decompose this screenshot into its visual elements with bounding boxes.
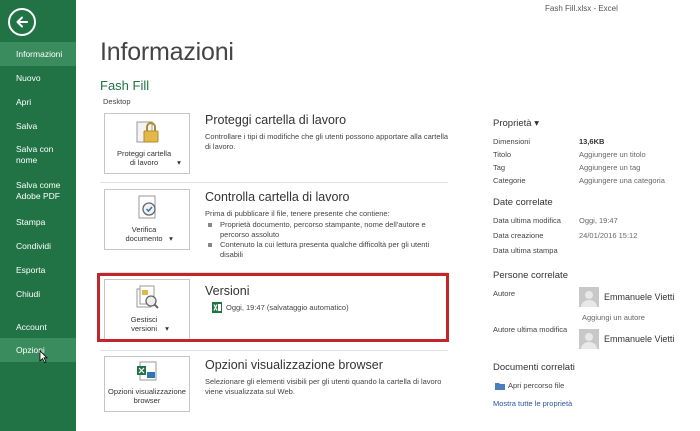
- open-file-location-link[interactable]: Apri percorso file: [495, 381, 564, 390]
- last-modified-by-label: Autore ultima modifica: [493, 325, 568, 334]
- lock-icon: [136, 121, 159, 143]
- folder-icon: [495, 382, 505, 390]
- document-check-icon: [138, 195, 156, 219]
- show-all-properties-link[interactable]: Mostra tutte le proprietà: [493, 399, 572, 408]
- backstage-sidebar: Informazioni Nuovo Apri Salva Salva con …: [0, 0, 76, 431]
- user-icon: [581, 291, 597, 307]
- nav-item-informazioni[interactable]: Informazioni: [0, 42, 76, 66]
- properties-header[interactable]: Proprietà ▾: [493, 118, 539, 129]
- inspect-bullet: Contenuto la cui lettura presenta qualch…: [205, 240, 440, 260]
- last-modified-by-name[interactable]: Emmanuele Vietti: [604, 334, 674, 344]
- user-icon: [581, 333, 597, 349]
- nav-item-condividi[interactable]: Condividi: [0, 234, 76, 258]
- nav-item-apri[interactable]: Apri: [0, 90, 76, 114]
- title-field[interactable]: Aggiungere un titolo: [579, 150, 646, 159]
- inspect-bullet: Proprietà documento, percorso stampante,…: [205, 220, 440, 240]
- date-label: Data ultima modifica: [493, 216, 561, 225]
- nav-item-salva-con-nome[interactable]: Salva con nome: [0, 138, 76, 176]
- mouse-cursor-icon: [39, 350, 48, 363]
- open-file-location-label: Apri percorso file: [508, 381, 565, 390]
- browser-view-options-label: Opzioni visualizzazione browser: [108, 387, 186, 405]
- back-button[interactable]: [8, 8, 36, 36]
- nav-item-chiudi[interactable]: Chiudi: [0, 282, 76, 306]
- inspect-document-button[interactable]: Verifica documento ▾: [104, 189, 190, 250]
- date-value: 24/01/2016 15:12: [579, 231, 638, 240]
- prop-label: Tag: [493, 163, 506, 172]
- nav-item-salva-pdf[interactable]: Salva come Adobe PDF: [0, 176, 76, 210]
- author-name[interactable]: Emmanuele Vietti: [604, 292, 674, 302]
- date-label: Data creazione: [493, 231, 544, 240]
- inspect-description: Prima di pubblicare il file, tenere pres…: [205, 209, 390, 218]
- author-label: Autore: [493, 289, 516, 298]
- inspect-document-label: Verifica documento ▾: [125, 225, 173, 243]
- back-arrow-icon: [16, 16, 28, 28]
- category-field[interactable]: Aggiungere una categoria: [579, 176, 665, 185]
- browser-view-options-button[interactable]: Opzioni visualizzazione browser: [104, 356, 190, 412]
- nav-item-salva[interactable]: Salva: [0, 114, 76, 138]
- file-name: Fash Fill: [100, 78, 150, 93]
- add-author-link[interactable]: Aggiungi un autore: [582, 313, 645, 322]
- prop-value: 13,6KB: [579, 137, 605, 146]
- date-label: Data ultima stampa: [493, 246, 558, 255]
- avatar: [579, 329, 599, 349]
- file-location: Desktop: [103, 97, 131, 106]
- nav-item-nuovo[interactable]: Nuovo: [0, 66, 76, 90]
- related-people-header: Persone correlate: [493, 270, 568, 281]
- section-divider: [100, 350, 448, 351]
- inspect-title: Controlla cartella di lavoro: [205, 190, 350, 204]
- browser-options-title: Opzioni visualizzazione browser: [205, 358, 383, 372]
- nav-item-account[interactable]: Account: [0, 316, 76, 338]
- related-documents-header: Documenti correlati: [493, 362, 575, 373]
- nav-item-esporta[interactable]: Esporta: [0, 258, 76, 282]
- page-title: Informazioni: [100, 38, 234, 66]
- avatar: [579, 287, 599, 307]
- date-value: Oggi, 19:47: [579, 216, 618, 225]
- backstage-nav: Informazioni Nuovo Apri Salva Salva con …: [0, 42, 76, 306]
- section-divider: [100, 182, 448, 183]
- nav-item-opzioni[interactable]: Opzioni: [0, 338, 76, 362]
- related-dates-header: Date correlate: [493, 197, 553, 208]
- nav-item-stampa[interactable]: Stampa: [0, 210, 76, 234]
- protect-title: Proteggi cartella di lavoro: [205, 113, 347, 127]
- protect-workbook-button[interactable]: Proteggi cartella di lavoro ▾: [104, 113, 190, 174]
- versions-highlight-box: [97, 273, 449, 342]
- prop-label: Titolo: [493, 150, 512, 159]
- window-title: Fash Fill.xlsx - Excel: [545, 4, 618, 13]
- prop-label: Dimensioni: [493, 137, 531, 146]
- prop-label: Categorie: [493, 176, 526, 185]
- browser-options-icon: [137, 361, 157, 381]
- inspect-bullets: Proprietà documento, percorso stampante,…: [205, 220, 455, 260]
- browser-options-description: Selezionare gli elementi visibili per gl…: [205, 377, 442, 396]
- protect-description: Controllare i tipi di modifiche che gli …: [205, 132, 449, 151]
- tag-field[interactable]: Aggiungere un tag: [579, 163, 640, 172]
- protect-workbook-label: Proteggi cartella di lavoro ▾: [116, 149, 181, 167]
